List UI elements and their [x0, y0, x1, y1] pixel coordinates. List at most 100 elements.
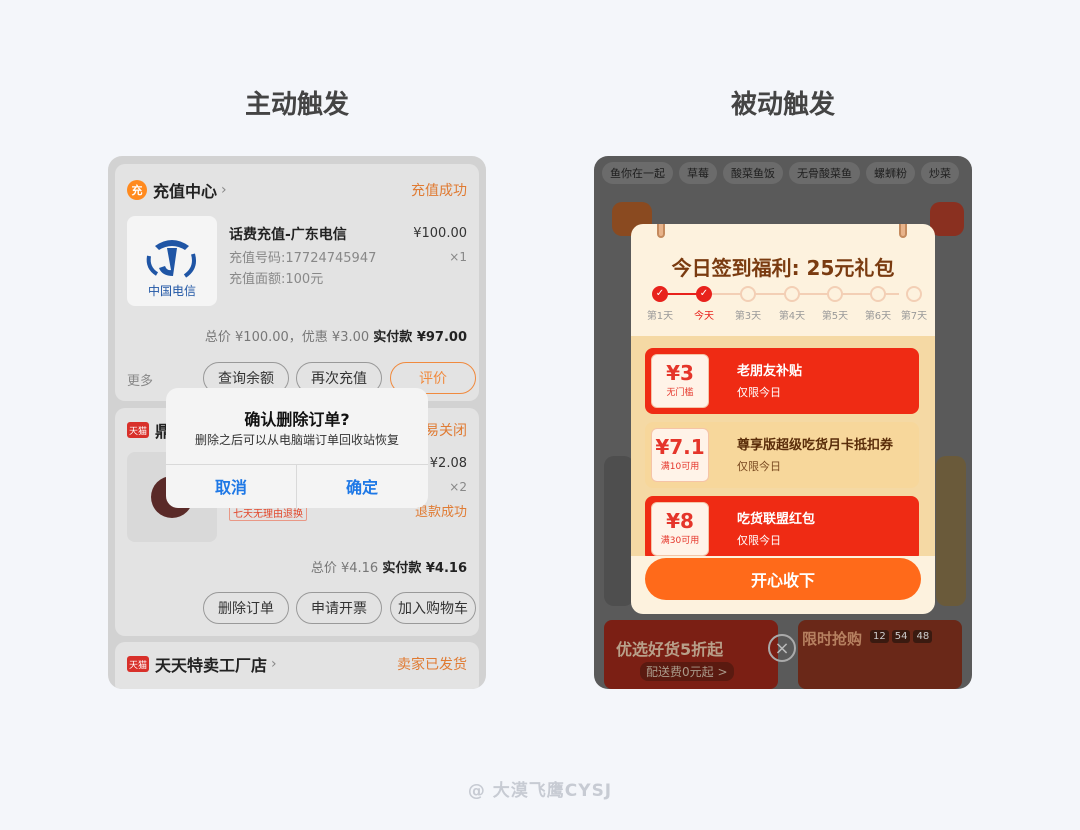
coupon-card[interactable]: ¥7.1 满10可用 尊享版超级吃货月卡抵扣券 仅限今日	[645, 422, 919, 488]
order-status: 卖家已发货	[397, 657, 467, 673]
coupon-condition: 无门槛	[666, 388, 694, 398]
category-tag[interactable]: 鱼你在一起	[602, 162, 673, 184]
popup-title: 今日签到福利: 25元礼包	[671, 256, 895, 280]
promo-title: 优选好货5折起	[616, 640, 724, 659]
active-trigger-phone: 充 充值中心 › 充值成功 中国电信 话费充值-广东电信 充值号码:177247…	[108, 156, 486, 689]
product-title: 话费充值-广东电信	[229, 227, 347, 243]
delete-order-button[interactable]: 删除订单	[203, 592, 289, 624]
tmall-icon: 天猫	[127, 656, 149, 672]
day-label: 第4天	[778, 311, 806, 322]
order-card-recharge: 充 充值中心 › 充值成功 中国电信 话费充值-广东电信 充值号码:177247…	[115, 164, 479, 401]
circle-icon	[827, 286, 843, 302]
delete-confirm-dialog: 确认删除订单? 删除之后可以从电脑端订单回收站恢复 取消 确定	[166, 388, 428, 508]
request-invoice-button[interactable]: 申请开票	[296, 592, 382, 624]
store-row[interactable]: 充 充值中心 › 充值成功	[127, 178, 467, 202]
day-item: 第4天	[771, 286, 813, 322]
coupon-amount-box: ¥3 无门槛	[651, 354, 709, 408]
signin-reward-popup: 今日签到福利: 25元礼包 ✓ 第1天 ✓ 今天 第3天 第4天 第5天 第6天 第…	[631, 224, 935, 614]
coupon-condition: 满10可用	[660, 462, 700, 472]
promo-subtitle: 配送费0元起 >	[640, 662, 734, 681]
coupon-title: 吃货联盟红包	[737, 512, 816, 527]
watermark: @ 大漠飞鹰CYSJ	[467, 781, 613, 801]
active-trigger-title: 主动触发	[244, 90, 349, 120]
coupon-amount-box: ¥7.1 满10可用	[651, 428, 709, 482]
store-name: 天天特卖工厂店	[155, 656, 268, 675]
coupon-amount: ¥3	[666, 361, 694, 385]
dialog-message: 删除之后可以从电脑端订单回收站恢复	[194, 433, 399, 447]
chevron-right-icon: ›	[271, 656, 277, 672]
category-tag[interactable]: 酸菜鱼饭	[723, 162, 783, 184]
product-quantity: ×1	[449, 250, 467, 264]
calendar-ring-icon	[899, 224, 907, 238]
coupon-validity: 仅限今日	[737, 460, 781, 473]
order-total: 总价 ¥4.16 实付款 ¥4.16	[311, 557, 467, 576]
coupon-validity: 仅限今日	[737, 386, 781, 399]
store-row[interactable]: 天猫 天天特卖工厂店 › 卖家已发货	[127, 652, 467, 676]
background-content	[936, 456, 966, 606]
calendar-ring-icon	[657, 224, 665, 238]
product-price: ¥2.08	[429, 456, 467, 471]
passive-trigger-phone: 鱼你在一起 草莓 酸菜鱼饭 无骨酸菜鱼 螺蛳粉 炒菜 优选好货5折起 配送费0元…	[594, 156, 972, 689]
coupon-validity: 仅限今日	[737, 534, 781, 547]
day-item: 第5天	[814, 286, 856, 322]
timer-minutes: 54	[891, 630, 911, 643]
product-quantity: ×2	[449, 480, 467, 494]
category-icon	[930, 202, 964, 236]
order-total-prefix: 总价 ¥100.00，优惠 ¥3.00	[204, 330, 370, 345]
order-status: 充值成功	[411, 183, 467, 199]
order-status: 易关闭	[425, 423, 467, 439]
category-tag[interactable]: 螺蛳粉	[866, 162, 915, 184]
day-item: 第7天	[893, 286, 935, 322]
coupon-amount: ¥8	[666, 509, 694, 533]
check-icon: ✓	[652, 286, 668, 302]
circle-icon	[740, 286, 756, 302]
recharge-center-icon: 充	[127, 180, 147, 200]
coupon-card[interactable]: ¥8 满30可用 吃货联盟红包 仅限今日	[645, 496, 919, 556]
countdown-timer: 12 54 48	[870, 630, 933, 643]
product-thumbnail[interactable]: 中国电信	[127, 216, 217, 306]
coupon-card[interactable]: ¥3 无门槛 老朋友补贴 仅限今日	[645, 348, 919, 414]
product-price: ¥100.00	[413, 226, 467, 241]
coupon-list: ¥3 无门槛 老朋友补贴 仅限今日 ¥7.1 满10可用 尊享版超级吃货月卡抵扣…	[631, 336, 935, 556]
promo-banner-discount[interactable]: 优选好货5折起 配送费0元起 >	[604, 620, 778, 689]
add-to-cart-button[interactable]: 加入购物车	[390, 592, 476, 624]
cancel-button[interactable]: 取消	[166, 464, 296, 508]
category-tags: 鱼你在一起 草莓 酸菜鱼饭 无骨酸菜鱼 螺蛳粉 炒菜	[602, 162, 964, 184]
timer-hours: 12	[870, 630, 889, 643]
circle-icon	[784, 286, 800, 302]
day-label: 今天	[694, 311, 714, 322]
day-label: 第1天	[646, 311, 674, 322]
chevron-right-icon: ›	[221, 182, 227, 198]
category-tag[interactable]: 草莓	[679, 162, 717, 184]
more-link[interactable]: 更多	[127, 370, 153, 389]
close-icon[interactable]: ×	[768, 634, 796, 662]
promo-title: 限时抢购	[802, 630, 863, 648]
promo-banner-flash-sale[interactable]: 限时抢购 12 54 48	[798, 620, 962, 689]
confirm-button[interactable]: 确定	[297, 464, 427, 508]
day-label: 第7天	[900, 311, 928, 322]
check-icon: ✓	[696, 286, 712, 302]
circle-icon	[870, 286, 886, 302]
coupon-title: 尊享版超级吃货月卡抵扣券	[737, 438, 894, 453]
day-item: ✓ 今天	[683, 286, 725, 322]
order-paid: 实付款 ¥97.00	[373, 330, 467, 345]
dialog-title: 确认删除订单?	[244, 410, 350, 429]
store-name: 充值中心	[153, 182, 218, 201]
day-item: ✓ 第1天	[639, 286, 681, 322]
order-card-shop: 天猫 天天特卖工厂店 › 卖家已发货	[115, 642, 479, 689]
category-tag[interactable]: 炒菜	[921, 162, 959, 184]
order-paid: 实付款 ¥4.16	[382, 561, 467, 576]
recharge-number: 充值号码:17724745947	[229, 251, 377, 266]
recharge-amount: 充值面额:100元	[229, 272, 324, 287]
coupon-condition: 满30可用	[660, 536, 700, 546]
day-label: 第3天	[734, 311, 762, 322]
category-tag[interactable]: 无骨酸菜鱼	[789, 162, 860, 184]
background-content	[604, 456, 634, 606]
coupon-amount-box: ¥8 满30可用	[651, 502, 709, 556]
accept-reward-button[interactable]: 开心收下	[645, 558, 921, 600]
day-item: 第3天	[727, 286, 769, 322]
passive-trigger-title: 被动触发	[730, 90, 835, 120]
tmall-icon: 天猫	[127, 422, 149, 438]
day-label: 第5天	[821, 311, 849, 322]
circle-icon	[906, 286, 922, 302]
